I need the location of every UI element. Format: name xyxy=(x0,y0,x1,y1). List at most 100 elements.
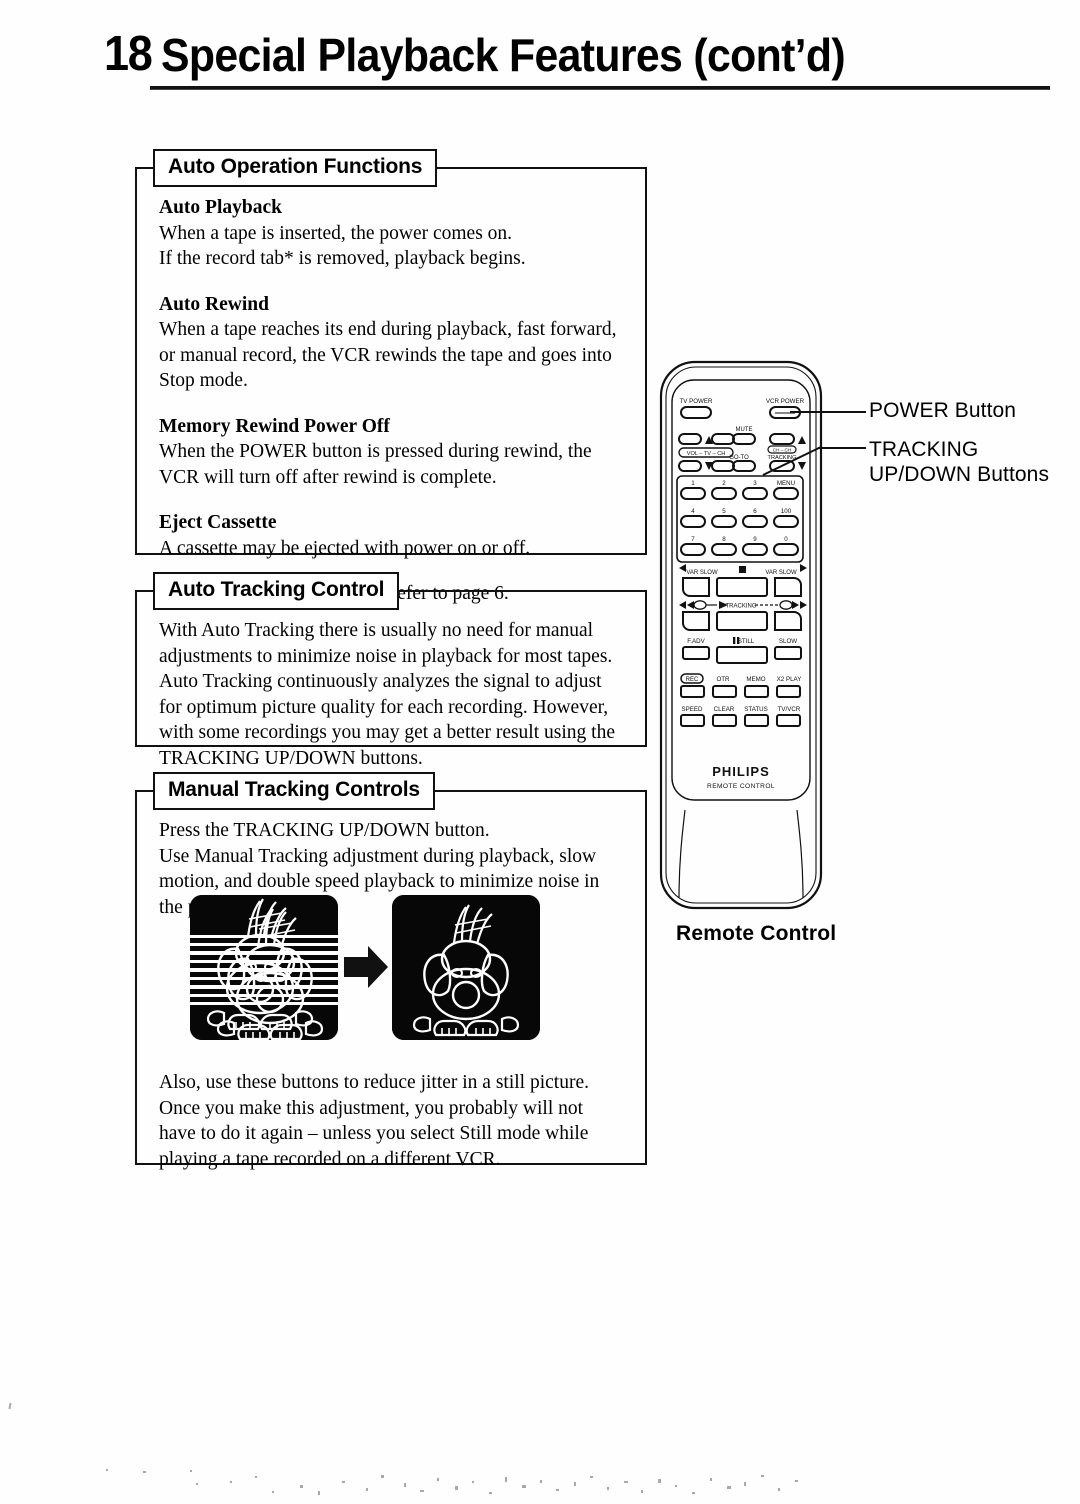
remote-keypad-label: MENU xyxy=(777,480,795,487)
tv-screen-noisy xyxy=(190,895,338,1040)
tv-screen-clean xyxy=(392,895,540,1040)
remote-button-go-to xyxy=(732,460,756,472)
auto-tracking-text: With Auto Tracking there is usually no n… xyxy=(159,620,615,769)
clean-picture-graphic xyxy=(392,895,540,1040)
remote-keypad-label: 100 xyxy=(781,508,792,515)
remote-keypad-label: 3 xyxy=(753,480,757,487)
tracking-comparison-illustration xyxy=(190,895,540,1040)
remote-keypad-label: 6 xyxy=(753,508,757,515)
remote-button-speed xyxy=(680,714,705,727)
panel-body-auto-operation-functions: Auto Playback When a tape is inserted, t… xyxy=(137,169,645,621)
remote-keypad-button-7[interactable] xyxy=(680,543,706,556)
scan-noise xyxy=(8,1402,798,1495)
panel-label-auto-operation-functions: Auto Operation Functions xyxy=(153,149,438,187)
remote-button-rewind xyxy=(682,577,710,597)
remote-label-clear: CLEAR xyxy=(714,706,735,713)
remote-button-f-adv xyxy=(682,646,710,660)
panel-label-auto-tracking-control: Auto Tracking Control xyxy=(153,572,400,610)
remote-label-f-adv: F.ADV xyxy=(687,638,705,645)
remote-button-fast-forward xyxy=(774,577,802,597)
remote-label-slow: SLOW xyxy=(779,638,797,645)
remote-button-memo xyxy=(744,685,769,698)
block-text: When a tape reaches its end during playb… xyxy=(159,319,617,391)
remote-keypad-button-1[interactable] xyxy=(680,487,706,500)
remote-button-rew-search xyxy=(682,611,710,631)
block-text: A cassette may be ejected with power on … xyxy=(159,537,531,559)
remote-label-still: STILL xyxy=(738,638,755,645)
remote-button-vol-down xyxy=(678,460,702,472)
remote-keypad-label: 4 xyxy=(691,508,695,515)
remote-keypad-button-3[interactable] xyxy=(742,487,768,500)
remote-label-status: STATUS xyxy=(744,706,768,713)
callout-tracking-buttons: TRACKING UP/DOWN Buttons xyxy=(869,438,1050,486)
header-rule-hairline xyxy=(150,89,1050,90)
remote-keypad-button-2[interactable] xyxy=(711,487,737,500)
panel-auto-tracking-control: Auto Tracking Control With Auto Tracking… xyxy=(135,572,647,769)
remote-keypad-button-5[interactable] xyxy=(711,515,737,528)
remote-button-play xyxy=(716,611,768,631)
block-memory-rewind-power-off: Memory Rewind Power Off When the POWER b… xyxy=(159,414,623,491)
remote-brand-sub: REMOTE CONTROL xyxy=(707,783,775,790)
remote-button-vol-up xyxy=(678,433,702,445)
sub-heading: Memory Rewind Power Off xyxy=(159,415,390,437)
panel-auto-operation-functions: Auto Operation Functions Auto Playback W… xyxy=(135,149,647,604)
remote-button-status xyxy=(744,714,769,727)
panel-label-manual-tracking-controls: Manual Tracking Controls xyxy=(153,772,435,810)
block-auto-playback: Auto Playback When a tape is inserted, t… xyxy=(159,195,623,272)
remote-keypad-button-0[interactable] xyxy=(773,543,799,556)
page-number: 18 xyxy=(104,27,153,81)
page-header: 18 Special Playback Features (cont’d) xyxy=(104,27,1050,90)
remote-button-clear xyxy=(712,714,737,727)
block-text: When a tape is inserted, the power comes… xyxy=(159,222,526,270)
remote-brand: PHILIPS xyxy=(712,764,770,779)
remote-button-stop xyxy=(716,577,768,597)
remote-button-ch-up xyxy=(711,433,735,445)
remote-button-mute xyxy=(732,433,756,445)
remote-keypad-label: 8 xyxy=(722,536,726,543)
remote-label-vcr-power: VCR POWER xyxy=(766,398,805,405)
sub-heading: Auto Rewind xyxy=(159,293,269,315)
remote-label-speed: SPEED xyxy=(682,706,704,713)
leader-line-tracking-diagonal xyxy=(762,446,822,476)
remote-label-tracking-bar: TRACKING xyxy=(725,604,756,610)
remote-keypad-button-9[interactable] xyxy=(742,543,768,556)
block-eject-cassette: Eject Cassette A cassette may be ejected… xyxy=(159,510,623,561)
page-title: Special Playback Features (cont’d) xyxy=(161,29,846,81)
remote-button-slow xyxy=(774,646,802,660)
leader-line-power xyxy=(790,411,866,413)
remote-button-still xyxy=(716,646,768,664)
remote-button-ff-search xyxy=(774,611,802,631)
remote-keypad-button-100[interactable] xyxy=(773,515,799,528)
remote-keypad-button-4[interactable] xyxy=(680,515,706,528)
remote-label-vol-tv-ch: VOL – TV – CH xyxy=(678,447,734,458)
svg-text:VOL – TV – CH: VOL – TV – CH xyxy=(687,451,726,457)
remote-keypad-label: 2 xyxy=(722,480,726,487)
callout-power-button: POWER Button xyxy=(869,399,1017,422)
remote-label-tv-vcr: TV/VCR xyxy=(778,706,801,713)
leader-line-tracking xyxy=(818,447,866,449)
remote-keypad-label: 9 xyxy=(753,536,757,543)
remote-keypad-label: 1 xyxy=(691,480,695,487)
remote-keypad-button-6[interactable] xyxy=(742,515,768,528)
block-text: When the POWER button is pressed during … xyxy=(159,441,592,488)
remote-button-tv-vcr xyxy=(776,714,801,727)
remote-label-tv-power: TV POWER xyxy=(679,398,713,405)
remote-keypad-button-8[interactable] xyxy=(711,543,737,556)
remote-label-rec: REC xyxy=(680,673,704,684)
panel-body-auto-tracking-control: With Auto Tracking there is usually no n… xyxy=(137,592,645,785)
remote-button-tv-power xyxy=(680,406,712,419)
remote-keypad-label: 5 xyxy=(722,508,726,515)
right-arrow-icon xyxy=(342,943,390,991)
remote-keypad-button-menu[interactable] xyxy=(773,487,799,500)
remote-button-ch-down xyxy=(711,460,735,472)
remote-keypad-label: 7 xyxy=(691,536,695,543)
svg-text:REC: REC xyxy=(686,677,699,683)
sub-heading: Eject Cassette xyxy=(159,512,277,533)
remote-keypad-label: 0 xyxy=(784,536,788,543)
remote-label-memo: MEMO xyxy=(746,676,765,683)
block-auto-rewind: Auto Rewind When a tape reaches its end … xyxy=(159,292,623,394)
remote-label-var-slow-left: VAR SLOW xyxy=(686,570,718,576)
remote-button-x2-play xyxy=(776,685,801,698)
sub-heading: Auto Playback xyxy=(159,197,282,218)
remote-label-x2-play: X2 PLAY xyxy=(777,676,802,683)
